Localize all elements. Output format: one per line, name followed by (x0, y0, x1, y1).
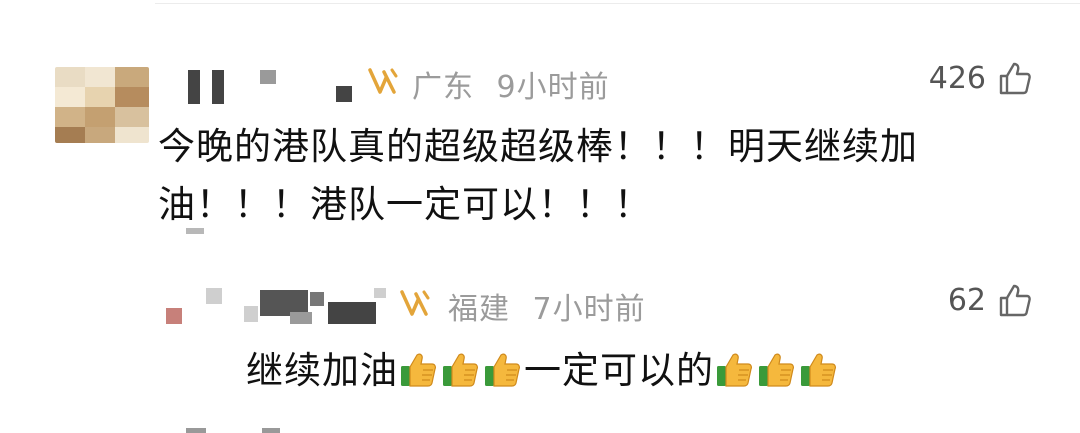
thumbs-up-emoji-icon (483, 348, 523, 388)
vip-badge-icon (400, 290, 430, 316)
thumbs-up-outline-icon (999, 62, 1031, 95)
reply-like-button[interactable]: 62 (948, 282, 1032, 318)
comment-meta: 广东 9小时前 (412, 62, 610, 106)
top-divider (155, 3, 1080, 4)
emoji-group-1 (398, 349, 524, 392)
reply-username-redacted[interactable] (160, 284, 390, 330)
vip-badge-icon (368, 68, 398, 94)
reply-text-part2: 一定可以的 (524, 349, 714, 392)
like-count: 426 (928, 60, 986, 96)
comment-text-line1: 今晚的港队真的超级超级棒！！！明天继续加 (158, 125, 918, 168)
avatar[interactable] (55, 67, 149, 143)
reply-text: 继续加油 一定可以的 (246, 342, 840, 400)
comment-text-line2: 油！！！港队一定可以！！！ (158, 183, 652, 226)
thumbs-up-emoji-icon (441, 348, 481, 388)
like-count: 62 (947, 282, 986, 318)
timestamp: 9小时前 (496, 70, 610, 105)
comment-text: 今晚的港队真的超级超级棒！！！明天继续加 油！！！港队一定可以！！！ (158, 118, 918, 234)
redaction-mark (186, 428, 206, 433)
redaction-mark (262, 428, 280, 433)
emoji-group-2 (714, 349, 840, 392)
thumbs-up-outline-icon (999, 284, 1031, 317)
reply-text-part1: 继续加油 (246, 349, 398, 392)
thumbs-up-emoji-icon (799, 348, 839, 388)
redaction-mark (186, 228, 204, 234)
timestamp: 7小时前 (532, 292, 646, 327)
thumbs-up-emoji-icon (399, 348, 439, 388)
reply-meta: 福建 7小时前 (448, 284, 646, 328)
like-button[interactable]: 426 (929, 60, 1032, 96)
region-label: 福建 (448, 292, 510, 327)
username-redacted[interactable] (180, 64, 360, 106)
thumbs-up-emoji-icon (757, 348, 797, 388)
region-label: 广东 (412, 70, 474, 105)
thumbs-up-emoji-icon (715, 348, 755, 388)
